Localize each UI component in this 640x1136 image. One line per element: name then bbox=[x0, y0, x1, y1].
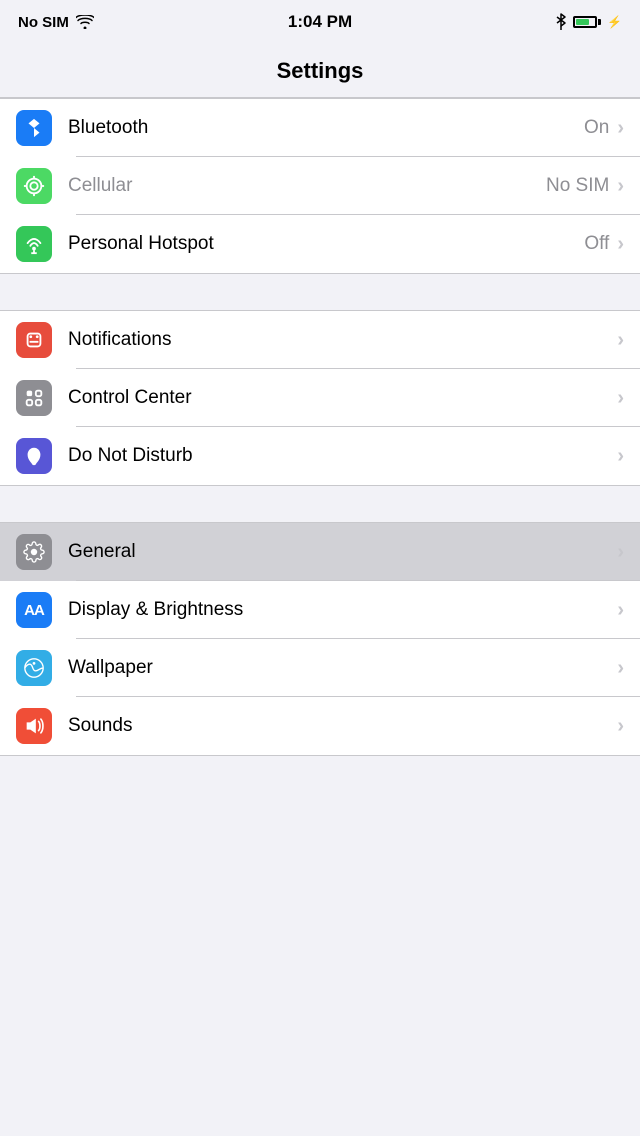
general-icon bbox=[16, 534, 52, 570]
display-icon: AA bbox=[16, 592, 52, 628]
bluetooth-label: Bluetooth bbox=[68, 117, 584, 139]
chevron-icon: › bbox=[617, 388, 624, 408]
chevron-icon: › bbox=[617, 658, 624, 678]
wallpaper-icon bbox=[16, 650, 52, 686]
chevron-icon: › bbox=[617, 330, 624, 350]
carrier-label: No SIM bbox=[18, 14, 69, 31]
chevron-icon: › bbox=[617, 600, 624, 620]
section-gap-2 bbox=[0, 486, 640, 522]
settings-row-control-center[interactable]: Control Center › bbox=[0, 369, 640, 427]
status-time: 1:04 PM bbox=[288, 12, 352, 32]
settings-row-display[interactable]: AA Display & Brightness › bbox=[0, 581, 640, 639]
cellular-icon bbox=[16, 168, 52, 204]
settings-row-sounds[interactable]: Sounds › bbox=[0, 697, 640, 755]
cellular-value: No SIM bbox=[546, 175, 609, 197]
battery-icon bbox=[573, 16, 601, 28]
settings-row-wallpaper[interactable]: Wallpaper › bbox=[0, 639, 640, 697]
settings-row-notifications[interactable]: Notifications › bbox=[0, 311, 640, 369]
bluetooth-value: On bbox=[584, 117, 609, 139]
do-not-disturb-label: Do Not Disturb bbox=[68, 445, 609, 467]
hotspot-icon bbox=[16, 226, 52, 262]
control-center-icon bbox=[16, 380, 52, 416]
nav-bar: Settings bbox=[0, 44, 640, 98]
settings-row-bluetooth[interactable]: Bluetooth On › bbox=[0, 99, 640, 157]
chevron-icon: › bbox=[617, 446, 624, 466]
settings-row-cellular[interactable]: Cellular No SIM › bbox=[0, 157, 640, 215]
wifi-icon bbox=[76, 15, 94, 29]
settings-group-system1: Notifications › Control Center › Do Not … bbox=[0, 310, 640, 486]
bluetooth-icon bbox=[16, 110, 52, 146]
settings-row-hotspot[interactable]: Personal Hotspot Off › bbox=[0, 215, 640, 273]
chevron-icon: › bbox=[617, 542, 624, 562]
bluetooth-status-icon bbox=[555, 13, 567, 31]
settings-group-connectivity: Bluetooth On › Cellular No SIM › bbox=[0, 98, 640, 274]
charging-icon: ⚡ bbox=[607, 15, 622, 29]
status-left: No SIM bbox=[18, 14, 94, 31]
section-gap-1 bbox=[0, 274, 640, 310]
wallpaper-label: Wallpaper bbox=[68, 657, 609, 679]
chevron-icon: › bbox=[617, 118, 624, 138]
cellular-label: Cellular bbox=[68, 175, 546, 197]
page-title: Settings bbox=[277, 58, 364, 84]
sounds-icon bbox=[16, 708, 52, 744]
sounds-label: Sounds bbox=[68, 715, 609, 737]
general-label: General bbox=[68, 541, 609, 563]
status-right: ⚡ bbox=[555, 13, 622, 31]
settings-row-general[interactable]: General › bbox=[0, 523, 640, 581]
display-icon-text: AA bbox=[24, 602, 44, 619]
chevron-icon: › bbox=[617, 176, 624, 196]
settings-group-system2: General › AA Display & Brightness › Wall… bbox=[0, 522, 640, 756]
display-label: Display & Brightness bbox=[68, 599, 609, 621]
hotspot-value: Off bbox=[584, 233, 609, 255]
status-bar: No SIM 1:04 PM ⚡ bbox=[0, 0, 640, 44]
notifications-label: Notifications bbox=[68, 329, 609, 351]
chevron-icon: › bbox=[617, 716, 624, 736]
do-not-disturb-icon bbox=[16, 438, 52, 474]
hotspot-label: Personal Hotspot bbox=[68, 233, 584, 255]
settings-row-do-not-disturb[interactable]: Do Not Disturb › bbox=[0, 427, 640, 485]
chevron-icon: › bbox=[617, 234, 624, 254]
control-center-label: Control Center bbox=[68, 387, 609, 409]
notifications-icon bbox=[16, 322, 52, 358]
